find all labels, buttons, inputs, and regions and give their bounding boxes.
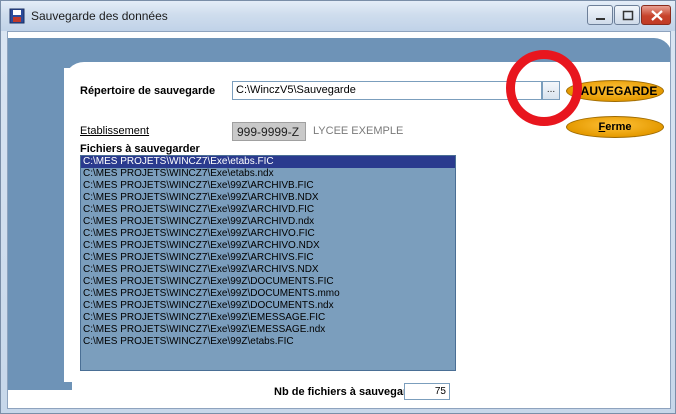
list-item[interactable]: C:\MES PROJETS\WINCZ7\Exe\99Z\DOCUMENTS.… <box>81 276 455 288</box>
maximize-icon <box>622 10 634 21</box>
list-item[interactable]: C:\MES PROJETS\WINCZ7\Exe\99Z\ARCHIVO.FI… <box>81 228 455 240</box>
repertoire-label: Répertoire de sauvegarde <box>80 85 216 97</box>
nb-fichiers-field: 75 <box>404 383 450 400</box>
list-item[interactable]: C:\MES PROJETS\WINCZ7\Exe\99Z\etabs.FIC <box>81 336 455 348</box>
list-item[interactable]: C:\MES PROJETS\WINCZ7\Exe\99Z\DOCUMENTS.… <box>81 288 455 300</box>
list-item[interactable]: C:\MES PROJETS\WINCZ7\Exe\99Z\DOCUMENTS.… <box>81 300 455 312</box>
list-item[interactable]: C:\MES PROJETS\WINCZ7\Exe\99Z\ARCHIVO.ND… <box>81 240 455 252</box>
etablissement-name: LYCEE EXEMPLE <box>313 125 404 137</box>
files-listbox[interactable]: C:\MES PROJETS\WINCZ7\Exe\etabs.FIC C:\ME… <box>80 155 456 371</box>
fichiers-label: Fichiers à sauvegarder <box>80 143 200 155</box>
close-button[interactable] <box>641 5 671 25</box>
app-window: Sauvegarde des données Répertoire de sau… <box>0 0 676 414</box>
bottom-band <box>8 382 72 390</box>
minimize-button[interactable] <box>587 5 613 25</box>
highlight-circle <box>506 50 582 126</box>
client-area: Répertoire de sauvegarde C:\WinczV5\Sauv… <box>7 31 671 409</box>
etablissement-label: Etablissement <box>80 125 150 137</box>
list-item[interactable]: C:\MES PROJETS\WINCZ7\Exe\99Z\ARCHIVS.ND… <box>81 264 455 276</box>
ferme-button[interactable]: Ferme <box>566 116 664 138</box>
minimize-icon <box>596 18 605 20</box>
list-item[interactable]: C:\MES PROJETS\WINCZ7\Exe\99Z\ARCHIVD.nd… <box>81 216 455 228</box>
maximize-button[interactable] <box>614 5 640 25</box>
list-item[interactable]: C:\MES PROJETS\WINCZ7\Exe\etabs.FIC <box>81 156 455 168</box>
list-item[interactable]: C:\MES PROJETS\WINCZ7\Exe\99Z\ARCHIVS.FI… <box>81 252 455 264</box>
nb-fichiers-label: Nb de fichiers à sauvegar <box>274 386 408 398</box>
save-disk-icon <box>9 8 25 24</box>
side-band <box>8 38 64 388</box>
list-item[interactable]: C:\MES PROJETS\WINCZ7\Exe\99Z\ARCHIVB.ND… <box>81 192 455 204</box>
list-item[interactable]: C:\MES PROJETS\WINCZ7\Exe\99Z\ARCHIVB.FI… <box>81 180 455 192</box>
window-title: Sauvegarde des données <box>31 9 168 23</box>
title-bar[interactable]: Sauvegarde des données <box>1 1 675 31</box>
list-item[interactable]: C:\MES PROJETS\WINCZ7\Exe\etabs.ndx <box>81 168 455 180</box>
list-item[interactable]: C:\MES PROJETS\WINCZ7\Exe\99Z\EMESSAGE.F… <box>81 312 455 324</box>
close-icon <box>651 10 663 21</box>
repertoire-input[interactable]: C:\WinczV5\Sauvegarde <box>232 81 542 100</box>
etablissement-code: 999-9999-Z <box>232 122 306 141</box>
ferme-rest: erme <box>605 121 632 133</box>
files-list-items: C:\MES PROJETS\WINCZ7\Exe\etabs.FIC C:\ME… <box>81 156 455 348</box>
list-item[interactable]: C:\MES PROJETS\WINCZ7\Exe\99Z\EMESSAGE.n… <box>81 324 455 336</box>
list-item[interactable]: C:\MES PROJETS\WINCZ7\Exe\99Z\ARCHIVD.FI… <box>81 204 455 216</box>
